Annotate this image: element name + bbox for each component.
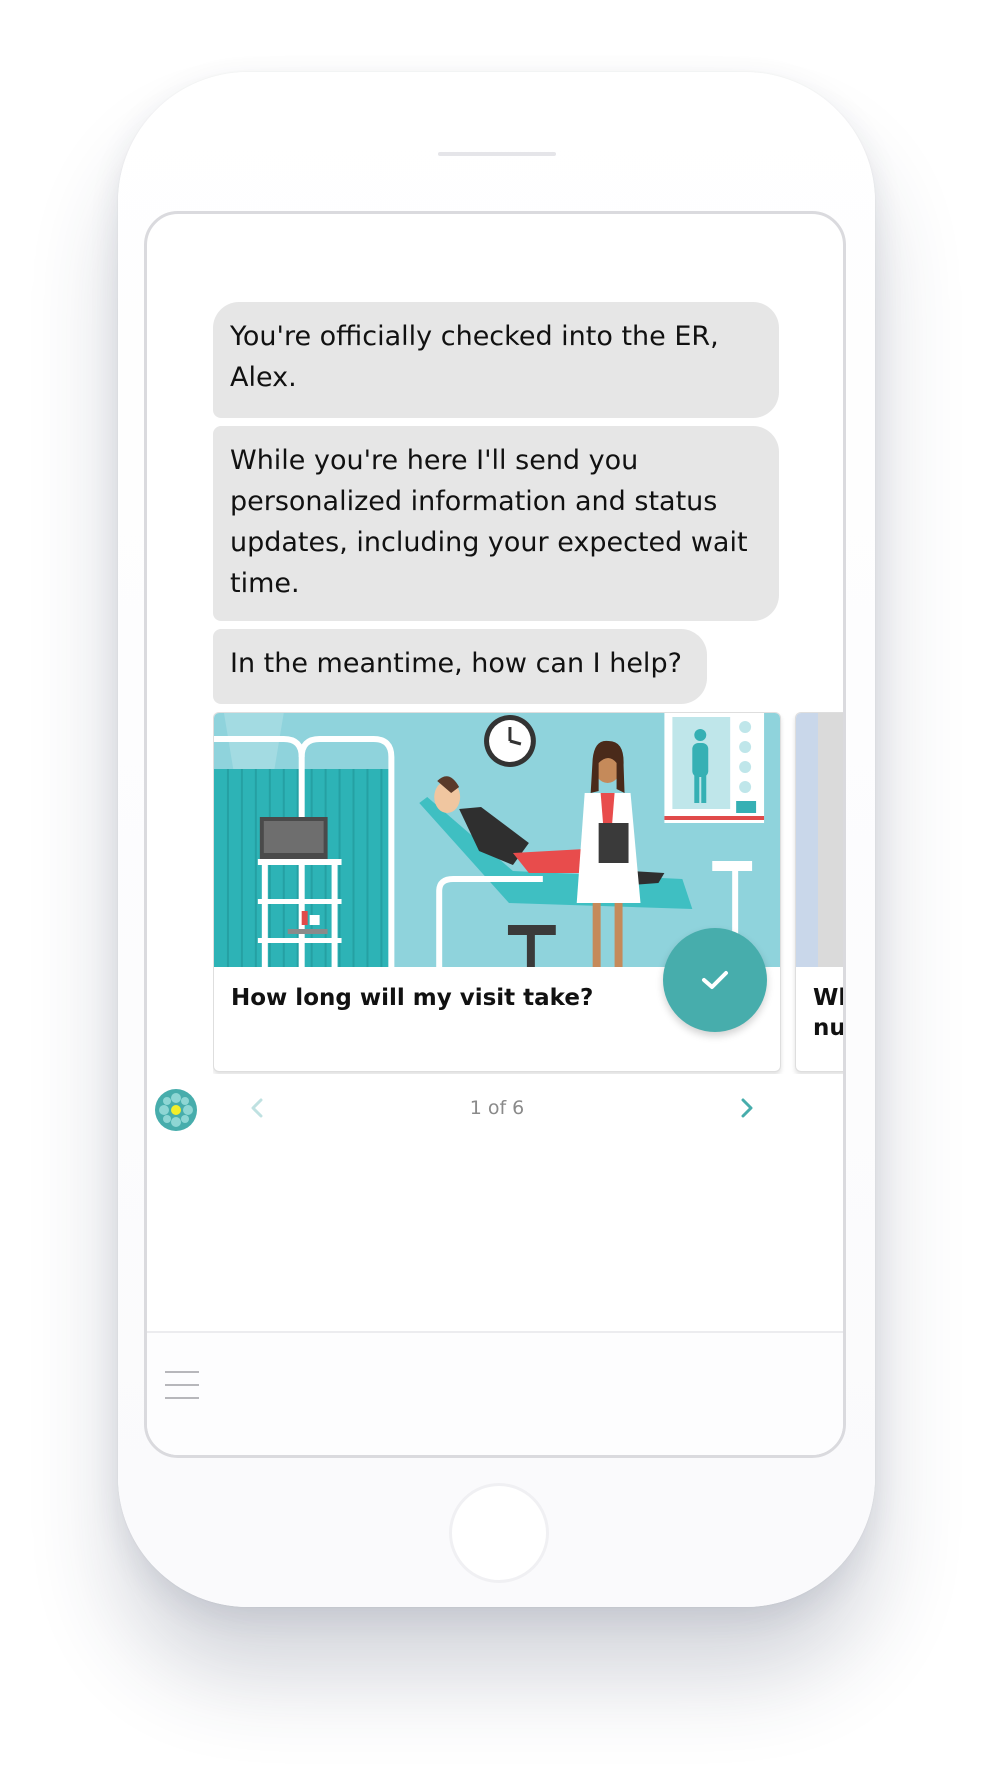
chat-message-bubble: While you're here I'll send you personal… (213, 426, 779, 621)
select-suggestion-button[interactable] (663, 928, 767, 1032)
chat-message-text: In the meantime, how can I help? (230, 648, 682, 679)
phone-speaker (438, 152, 556, 156)
chat-input-bar (147, 1331, 843, 1455)
suggestion-card-title: Wh nu (813, 985, 843, 1041)
partial-card-illustration (796, 713, 843, 967)
phone-home-button (449, 1483, 549, 1583)
carousel-page-indicator: 1 of 6 (469, 1097, 525, 1119)
carousel-pager: 1 of 6 (147, 1082, 843, 1134)
carousel-next-button[interactable] (735, 1096, 759, 1120)
chat-message-bubble: You're officially checked into the ER, A… (213, 302, 779, 418)
bot-avatar-icon (155, 1089, 197, 1131)
carousel-prev-button[interactable] (245, 1096, 269, 1120)
chevron-left-icon (251, 1098, 263, 1118)
chat-screen: You're officially checked into the ER, A… (144, 211, 846, 1458)
chevron-right-icon (741, 1098, 753, 1118)
chat-message-text: You're officially checked into the ER, A… (230, 321, 719, 393)
chat-message-text: While you're here I'll send you personal… (230, 445, 748, 599)
doctor-patient-exam-room-illustration (214, 713, 780, 967)
hamburger-menu-icon[interactable] (165, 1371, 199, 1399)
checkmark-icon (702, 971, 728, 989)
suggestion-card[interactable]: Wh nu (795, 712, 843, 1072)
chat-message-bubble: In the meantime, how can I help? (213, 629, 707, 704)
